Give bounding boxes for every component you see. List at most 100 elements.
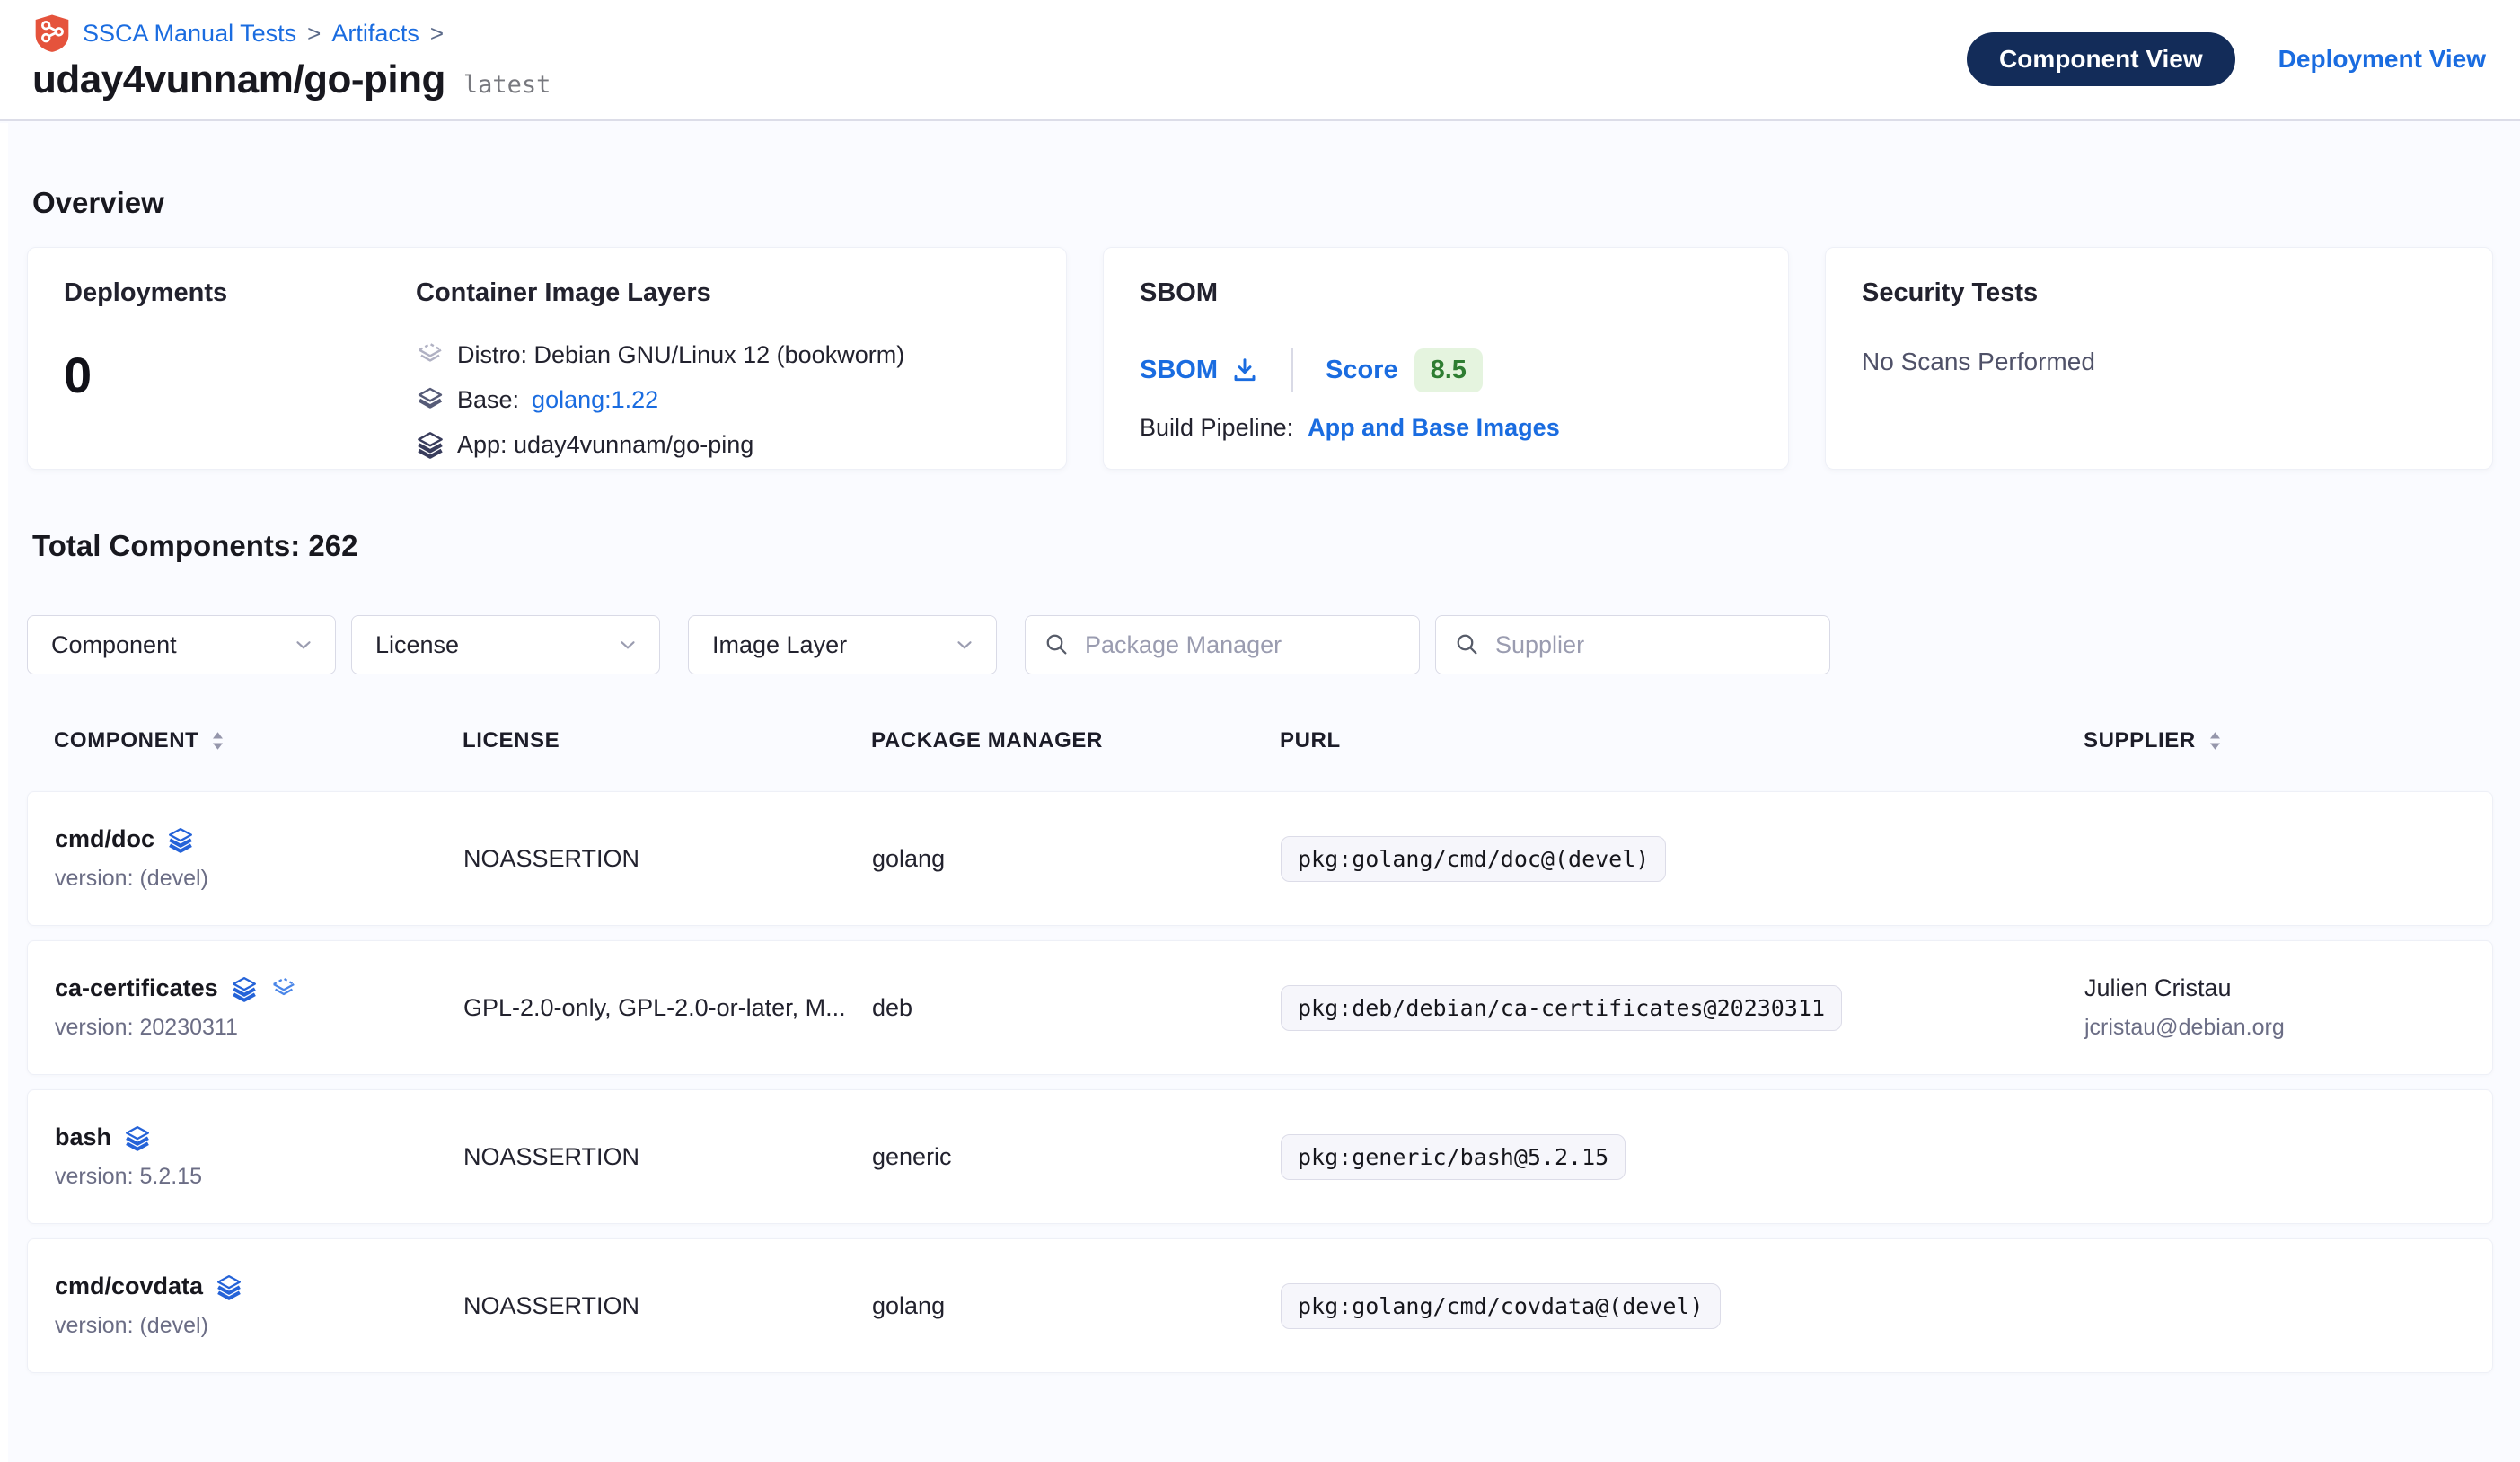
table-row[interactable]: ca-certificates version: 20230311 GPL-2.…	[27, 940, 2493, 1075]
breadcrumb-separator: >	[307, 20, 321, 48]
base-layer-icon	[416, 385, 445, 414]
supplier-search-input[interactable]	[1495, 631, 1811, 659]
component-filter-dropdown[interactable]: Component	[27, 615, 336, 674]
license-cell: GPL-2.0-only, GPL-2.0-or-later, M...	[463, 994, 872, 1022]
distro-layer-icon	[270, 975, 297, 1002]
purl-cell: pkg:golang/cmd/covdata@(devel)	[1281, 1283, 2084, 1329]
license-filter-dropdown[interactable]: License	[351, 615, 660, 674]
license-filter-label: License	[375, 631, 459, 659]
component-view-button[interactable]: Component View	[1967, 32, 2235, 86]
breadcrumb-separator: >	[430, 20, 444, 48]
sbom-score-badge: 8.5	[1414, 348, 1483, 392]
sbom-score-label: Score	[1326, 356, 1398, 385]
license-cell: NOASSERTION	[463, 1143, 872, 1171]
sbom-card-title: SBOM	[1140, 278, 1752, 308]
license-header-label: LICENSE	[463, 728, 560, 753]
package-manager-column-header: PACKAGE MANAGER	[871, 728, 1280, 753]
license-cell: NOASSERTION	[463, 1292, 872, 1320]
app-layer-icon	[216, 1273, 242, 1300]
table-row[interactable]: bash version: 5.2.15 NOASSERTION generic…	[27, 1089, 2493, 1224]
package-manager-cell: deb	[872, 994, 1281, 1022]
sbom-download-button[interactable]: SBOM	[1140, 356, 1259, 385]
distro-layer-text: Distro: Debian GNU/Linux 12 (bookworm)	[457, 341, 904, 369]
breadcrumb-link-artifacts[interactable]: Artifacts	[331, 20, 419, 48]
component-name: cmd/doc	[55, 825, 154, 853]
chevron-down-icon	[953, 633, 976, 656]
security-tests-empty-text: No Scans Performed	[1862, 348, 2456, 376]
deployments-block: Deployments 0	[64, 278, 416, 438]
component-version: version: 5.2.15	[55, 1164, 463, 1190]
security-tests-title: Security Tests	[1862, 278, 2456, 308]
component-cell: cmd/covdata version: (devel)	[55, 1273, 463, 1339]
component-version: version: 20230311	[55, 1015, 463, 1041]
build-pipeline-label: Build Pipeline:	[1140, 414, 1293, 442]
deployments-count: 0	[64, 346, 416, 404]
left-gutter	[0, 123, 8, 1462]
package-manager-header-label: PACKAGE MANAGER	[871, 728, 1103, 753]
license-column-header: LICENSE	[463, 728, 871, 753]
sbom-card: SBOM SBOM Score 8.5 Build Pipeline: App …	[1103, 247, 1789, 470]
image-layer-filter-label: Image Layer	[712, 631, 847, 659]
image-layers-title: Container Image Layers	[416, 278, 904, 308]
download-icon	[1230, 356, 1259, 384]
components-table-header: COMPONENT LICENSE PACKAGE MANAGER PURL S…	[27, 718, 2493, 764]
purl-chip: pkg:golang/cmd/covdata@(devel)	[1281, 1283, 1721, 1329]
app-layer-icon	[124, 1124, 151, 1151]
sort-icon[interactable]	[211, 731, 225, 751]
supplier-name: Julien Cristau	[2084, 974, 2465, 1002]
base-image-link[interactable]: golang:1.22	[532, 386, 658, 414]
search-icon	[1044, 631, 1071, 658]
ssca-shield-logo-icon	[32, 13, 72, 53]
chevron-down-icon	[616, 633, 639, 656]
supplier-email: jcristau@debian.org	[2084, 1015, 2465, 1041]
package-manager-cell: generic	[872, 1143, 1281, 1171]
component-name: cmd/covdata	[55, 1273, 203, 1300]
package-manager-cell: golang	[872, 845, 1281, 873]
deployments-label: Deployments	[64, 278, 416, 308]
build-pipeline-link[interactable]: App and Base Images	[1308, 414, 1560, 442]
package-manager-search-input[interactable]	[1085, 631, 1401, 659]
component-version: version: (devel)	[55, 1313, 463, 1339]
distro-layer-icon	[416, 340, 445, 369]
supplier-header-label: SUPPLIER	[2084, 728, 2196, 753]
breadcrumb-link-ssca-manual-tests[interactable]: SSCA Manual Tests	[83, 20, 296, 48]
deployments-layers-card: Deployments 0 Container Image Layers Dis…	[27, 247, 1067, 470]
component-header-label: COMPONENT	[54, 728, 198, 753]
vertical-divider	[1291, 348, 1293, 392]
sort-icon[interactable]	[2208, 731, 2222, 751]
app-layer-icon	[167, 826, 194, 853]
table-row[interactable]: cmd/doc version: (devel) NOASSERTION gol…	[27, 791, 2493, 926]
search-icon	[1454, 631, 1481, 658]
base-layer-label: Base:	[457, 386, 519, 414]
component-filter-label: Component	[51, 631, 177, 659]
page-header: SSCA Manual Tests > Artifacts > uday4vun…	[0, 0, 2520, 121]
artifact-tag: latest	[463, 71, 551, 99]
purl-chip: pkg:golang/cmd/doc@(devel)	[1281, 836, 1666, 882]
purl-header-label: PURL	[1280, 728, 1341, 753]
component-name: ca-certificates	[55, 974, 218, 1002]
component-cell: bash version: 5.2.15	[55, 1123, 463, 1190]
purl-cell: pkg:deb/debian/ca-certificates@20230311	[1281, 985, 2084, 1031]
total-components-heading: Total Components: 262	[32, 529, 2493, 563]
view-toggle: Component View Deployment View	[1967, 32, 2486, 86]
purl-chip: pkg:generic/bash@5.2.15	[1281, 1134, 1626, 1180]
app-layer-icon	[231, 975, 258, 1002]
app-layer-row: App: uday4vunnam/go-ping	[416, 430, 904, 459]
image-layer-filter-dropdown[interactable]: Image Layer	[688, 615, 997, 674]
component-column-header[interactable]: COMPONENT	[54, 728, 463, 753]
base-layer-row: Base: golang:1.22	[416, 385, 904, 414]
table-row[interactable]: cmd/covdata version: (devel) NOASSERTION…	[27, 1238, 2493, 1373]
overview-cards: Deployments 0 Container Image Layers Dis…	[27, 247, 2493, 470]
component-cell: cmd/doc version: (devel)	[55, 825, 463, 892]
sbom-download-label: SBOM	[1140, 356, 1218, 385]
distro-layer-row: Distro: Debian GNU/Linux 12 (bookworm)	[416, 340, 904, 369]
chevron-down-icon	[292, 633, 315, 656]
supplier-column-header[interactable]: SUPPLIER	[2084, 728, 2466, 753]
filters-bar: Component License Image Layer	[27, 615, 2493, 674]
security-tests-card: Security Tests No Scans Performed	[1825, 247, 2493, 470]
purl-chip: pkg:deb/debian/ca-certificates@20230311	[1281, 985, 1842, 1031]
app-layer-icon	[416, 430, 445, 459]
page-title: uday4vunnam/go-ping	[32, 57, 445, 102]
deployment-view-button[interactable]: Deployment View	[2278, 45, 2486, 74]
purl-cell: pkg:generic/bash@5.2.15	[1281, 1134, 2084, 1180]
